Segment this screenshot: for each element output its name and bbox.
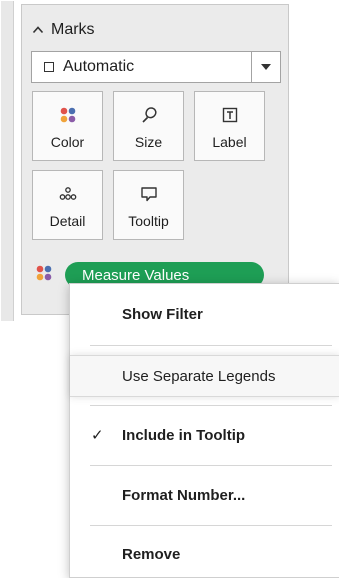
detail-button[interactable]: Detail [32, 170, 103, 240]
tooltip-button[interactable]: Tooltip [113, 170, 184, 240]
square-mark-icon [44, 62, 54, 72]
mark-type-dropdown[interactable]: Automatic [31, 51, 281, 83]
chevron-down-icon [261, 64, 271, 70]
label-button[interactable]: Label [194, 91, 265, 161]
menu-item-label: Show Filter [122, 305, 203, 323]
menu-separator [90, 405, 332, 406]
menu-separator [90, 525, 332, 526]
size-icon [140, 106, 158, 124]
stage: Marks Automatic Color Size Label Detail … [0, 0, 339, 578]
menu-separator [90, 345, 332, 346]
checkmark-icon: ✓ [91, 427, 104, 444]
color-dots-icon [35, 264, 53, 287]
size-button[interactable]: Size [113, 91, 184, 161]
mark-type-value: Automatic [63, 58, 135, 75]
menu-item-label: Include in Tooltip [122, 426, 246, 444]
size-button-label: Size [134, 134, 163, 150]
tooltip-button-label: Tooltip [128, 213, 169, 229]
label-icon [221, 106, 239, 124]
menu-item-include-in-tooltip[interactable]: ✓ Include in Tooltip [70, 415, 339, 455]
menu-item-use-separate-legends[interactable]: Use Separate Legends [70, 355, 339, 397]
menu-separator [90, 465, 332, 466]
color-dots-icon [59, 106, 77, 124]
chevron-up-icon[interactable] [32, 24, 44, 36]
marks-title: Marks [51, 21, 95, 38]
menu-item-remove[interactable]: Remove [70, 534, 339, 574]
marks-card-header[interactable]: Marks [32, 19, 95, 41]
menu-item-format-number[interactable]: Format Number... [70, 475, 339, 515]
detail-icon [59, 185, 77, 203]
menu-item-show-filter[interactable]: Show Filter [70, 294, 339, 334]
tooltip-icon [140, 185, 158, 203]
label-button-label: Label [212, 134, 247, 150]
menu-item-label: Remove [122, 545, 181, 563]
dropdown-arrow-button[interactable] [251, 52, 280, 82]
pill-context-menu: Show Filter Use Separate Legends ✓ Inclu… [69, 283, 339, 578]
menu-item-label: Use Separate Legends [122, 367, 276, 385]
menu-item-label: Format Number... [122, 486, 246, 504]
detail-button-label: Detail [49, 213, 86, 229]
marks-card: Marks Automatic Color Size Label Detail … [1, 1, 289, 321]
color-button[interactable]: Color [32, 91, 103, 161]
color-button-label: Color [50, 134, 85, 150]
